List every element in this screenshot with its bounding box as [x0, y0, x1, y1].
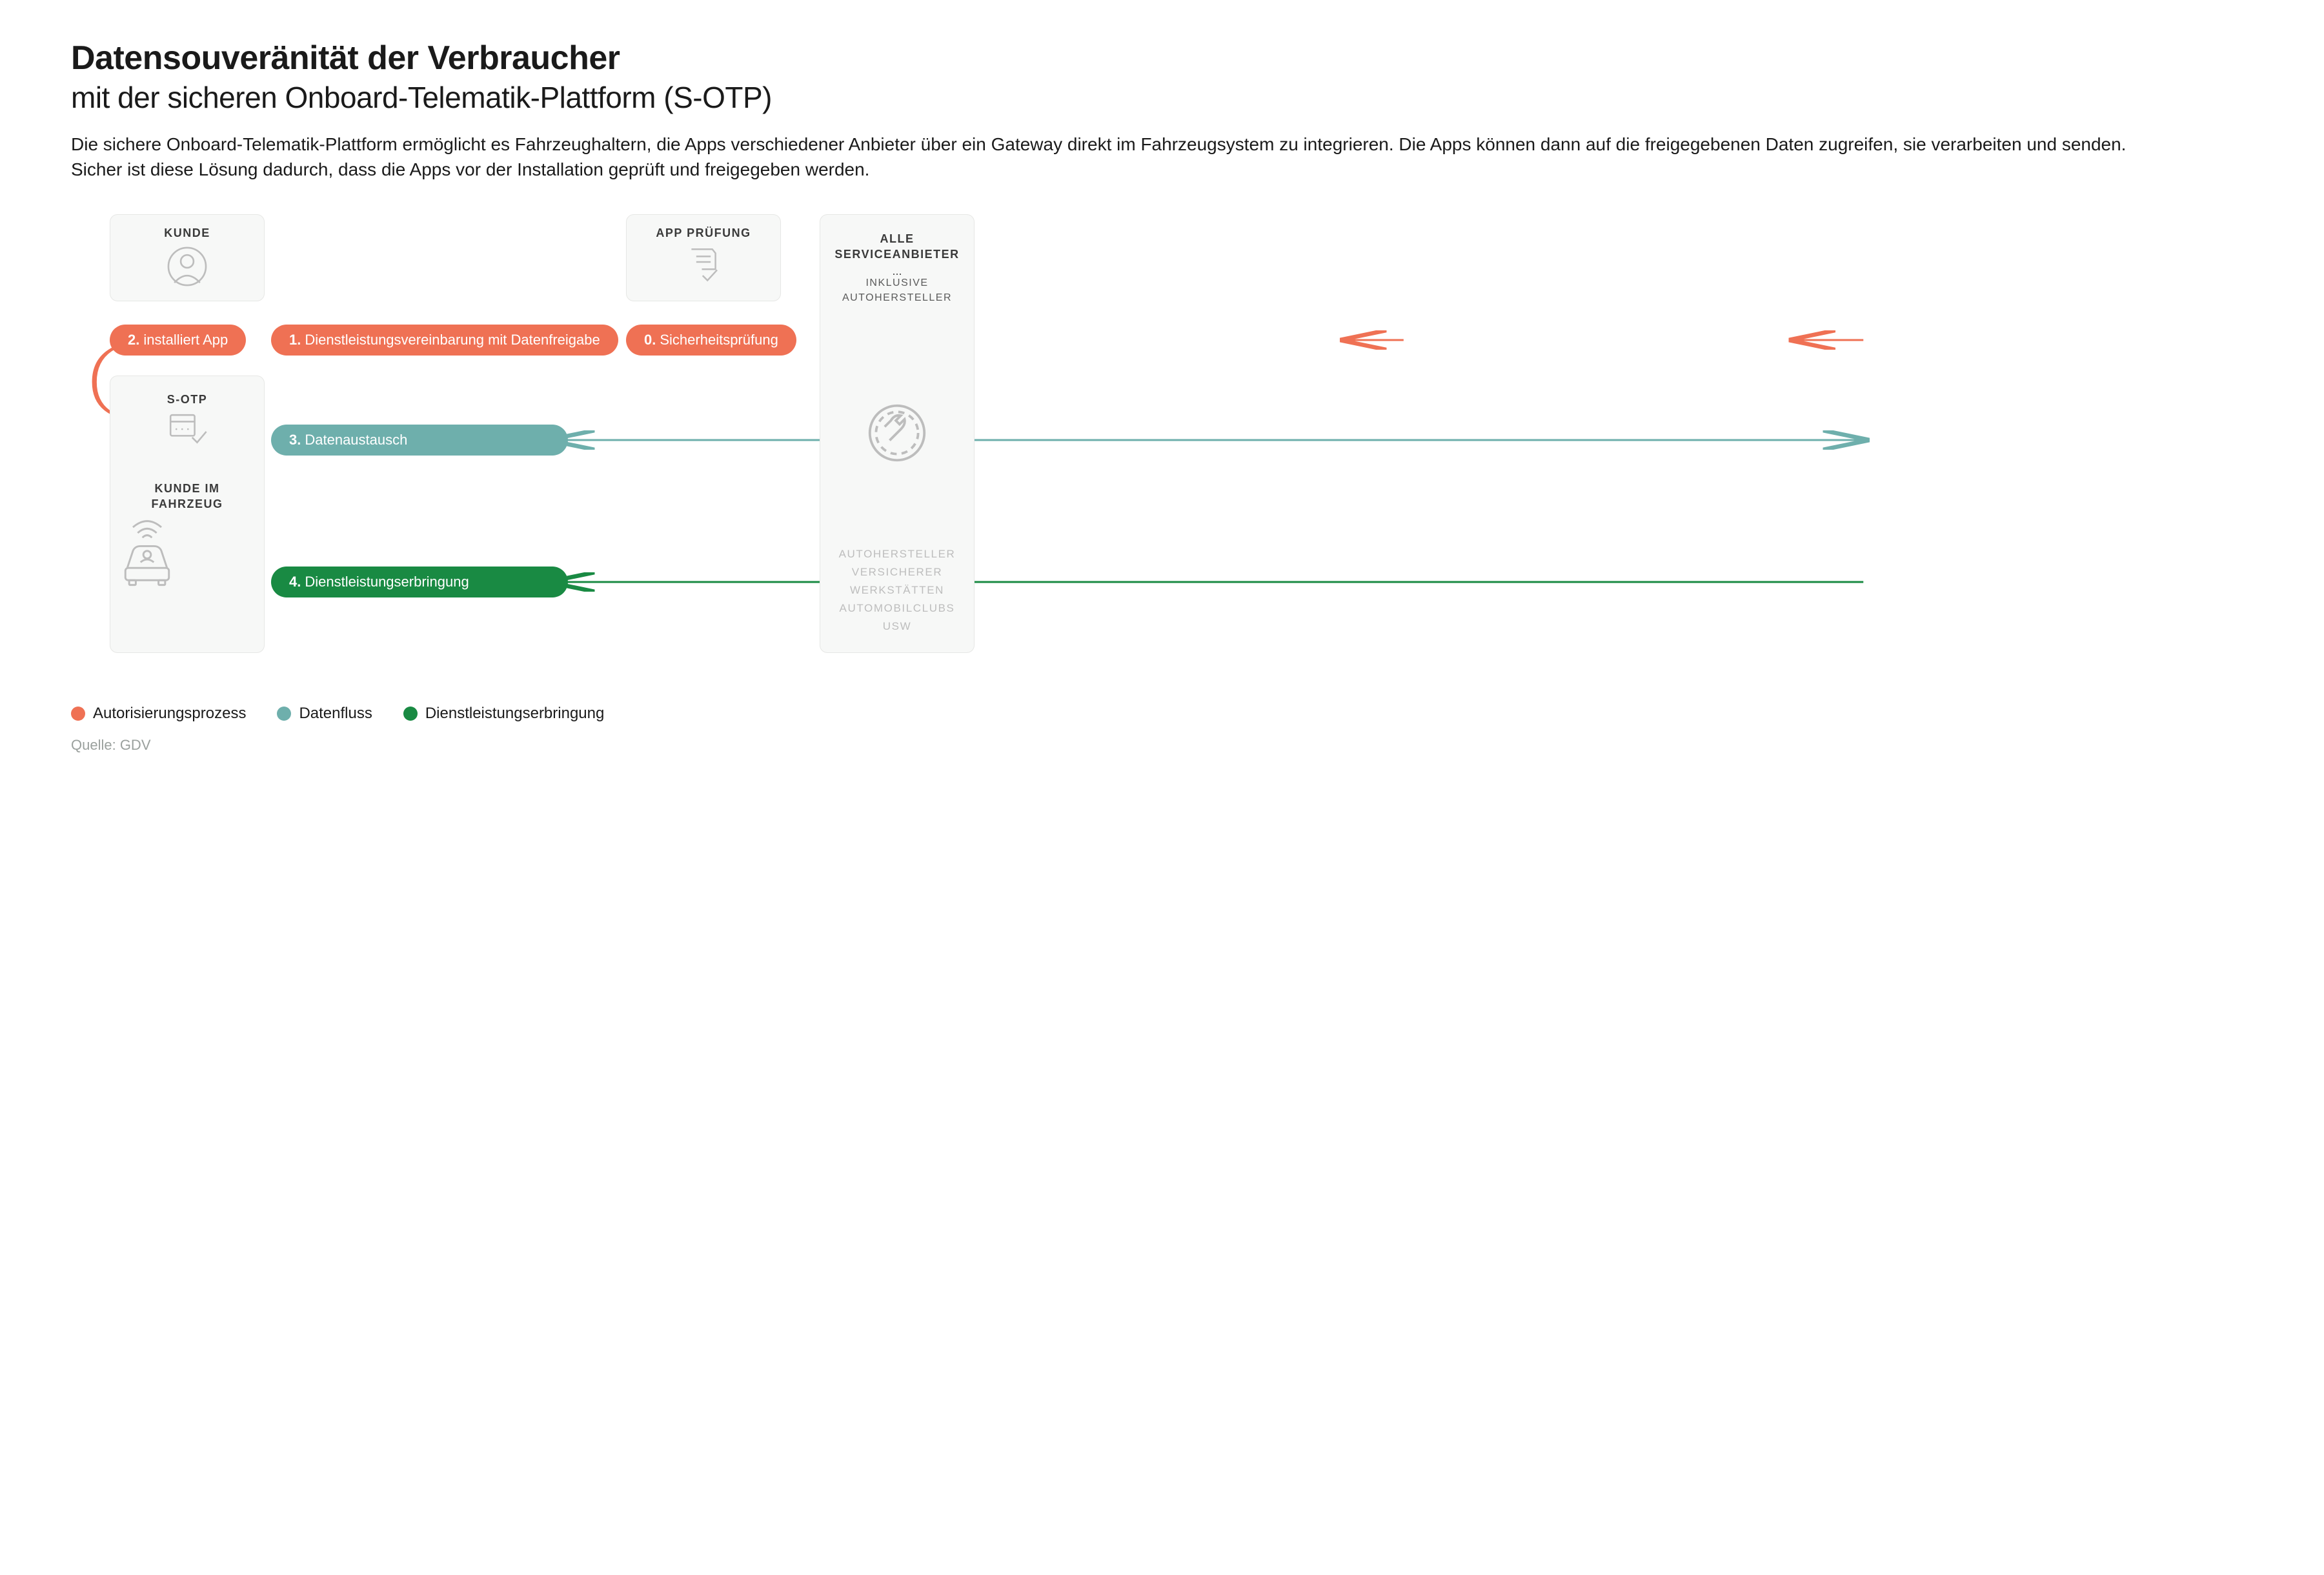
- step-0-pill: 0. Sicherheitsprüfung: [626, 325, 796, 356]
- list-item: WERKSTÄTTEN: [820, 581, 974, 599]
- page-title: Datensouveränität der Verbraucher: [71, 39, 2253, 77]
- legend-item-auth: Autorisierungsprozess: [71, 705, 246, 723]
- connected-car-icon: [118, 517, 256, 588]
- diagram: KUNDE APP PRÜFUNG S-: [71, 214, 2253, 679]
- step-num: 2.: [128, 332, 139, 348]
- card-serviceanbieter-title: ALLE SERVICEANBIETER: [828, 232, 966, 262]
- list-item: AUTOHERSTELLER: [820, 545, 974, 563]
- document-check-icon: [634, 245, 773, 285]
- step-text: Dienstleistungserbringung: [305, 574, 469, 590]
- ellipsis: ...: [828, 267, 966, 275]
- step-text: Sicherheitsprüfung: [660, 332, 778, 348]
- legend: Autorisierungsprozess Datenfluss Dienstl…: [71, 705, 2253, 723]
- service-provider-list: AUTOHERSTELLER VERSICHERER WERKSTÄTTEN A…: [820, 545, 974, 636]
- legend-dot-orange: [71, 707, 85, 721]
- source-label: Quelle: GDV: [71, 737, 2253, 754]
- step-text: Dienstleistungsvereinbarung mit Datenfre…: [305, 332, 600, 348]
- step-4-pill: 4. Dienstleistungserbringung: [271, 567, 568, 597]
- legend-label: Autorisierungsprozess: [93, 705, 246, 723]
- legend-dot-teal: [277, 707, 291, 721]
- card-kunde: KUNDE: [110, 214, 265, 301]
- legend-label: Datenfluss: [299, 705, 372, 723]
- step-num: 4.: [289, 574, 301, 590]
- lead-paragraph: Die sichere Onboard-Telematik-Plattform …: [71, 132, 2144, 182]
- card-app-pruefung: APP PRÜFUNG: [626, 214, 781, 301]
- list-item: VERSICHERER: [820, 563, 974, 581]
- card-kunde-fahrzeug-label: KUNDE IM FAHRZEUG: [118, 481, 256, 512]
- step-text: Datenaustausch: [305, 432, 407, 448]
- card-sotp-label: S-OTP: [118, 393, 256, 406]
- user-icon: [118, 245, 256, 288]
- legend-dot-green: [403, 707, 418, 721]
- step-2-pill: 2. installiert App: [110, 325, 246, 356]
- legend-label: Dienstleistungserbringung: [425, 705, 605, 723]
- gateway-check-icon: [118, 412, 256, 449]
- page-subtitle: mit der sicheren Onboard-Telematik-Platt…: [71, 80, 2253, 115]
- list-item: USW: [820, 617, 974, 636]
- card-app-pruefung-label: APP PRÜFUNG: [634, 226, 773, 240]
- step-num: 1.: [289, 332, 301, 348]
- legend-item-data: Datenfluss: [277, 705, 372, 723]
- card-sotp-vehicle: S-OTP KUNDE IM FAHRZEUG: [110, 376, 265, 653]
- card-kunde-label: KUNDE: [118, 226, 256, 240]
- card-serviceanbieter-sub: INKLUSIVE AUTOHERSTELLER: [828, 276, 966, 305]
- list-item: AUTOMOBILCLUBS: [820, 599, 974, 617]
- wrench-circle-icon: [828, 402, 966, 464]
- legend-item-service: Dienstleistungserbringung: [403, 705, 605, 723]
- card-serviceanbieter: ALLE SERVICEANBIETER ... INKLUSIVE AUTOH…: [820, 214, 975, 653]
- step-text: installiert App: [143, 332, 228, 348]
- step-3-pill: 3. Datenaustausch: [271, 425, 568, 456]
- step-1-pill: 1. Dienstleistungsvereinbarung mit Daten…: [271, 325, 618, 356]
- step-num: 3.: [289, 432, 301, 448]
- step-num: 0.: [644, 332, 656, 348]
